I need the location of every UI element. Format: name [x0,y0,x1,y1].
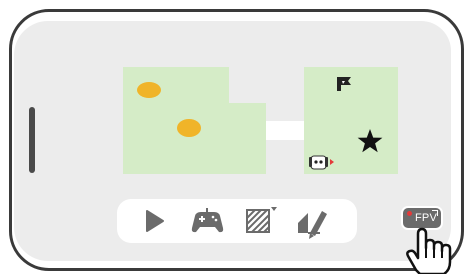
play-icon [146,210,164,232]
expand-corner-icon [432,210,438,216]
gamepad-icon [191,208,224,233]
pencil-icon [298,211,327,239]
coin-2 [177,119,201,137]
record-dot-icon [407,211,412,216]
toolbar [117,199,357,243]
play-button[interactable] [128,199,178,243]
hand-pointer-icon [406,227,452,274]
gamepad-button[interactable] [181,199,231,243]
terrain-button[interactable] [233,199,283,243]
terrain-icon [246,207,277,233]
edit-button[interactable] [286,199,336,243]
corridor [266,121,304,140]
coin-1 [137,82,161,98]
